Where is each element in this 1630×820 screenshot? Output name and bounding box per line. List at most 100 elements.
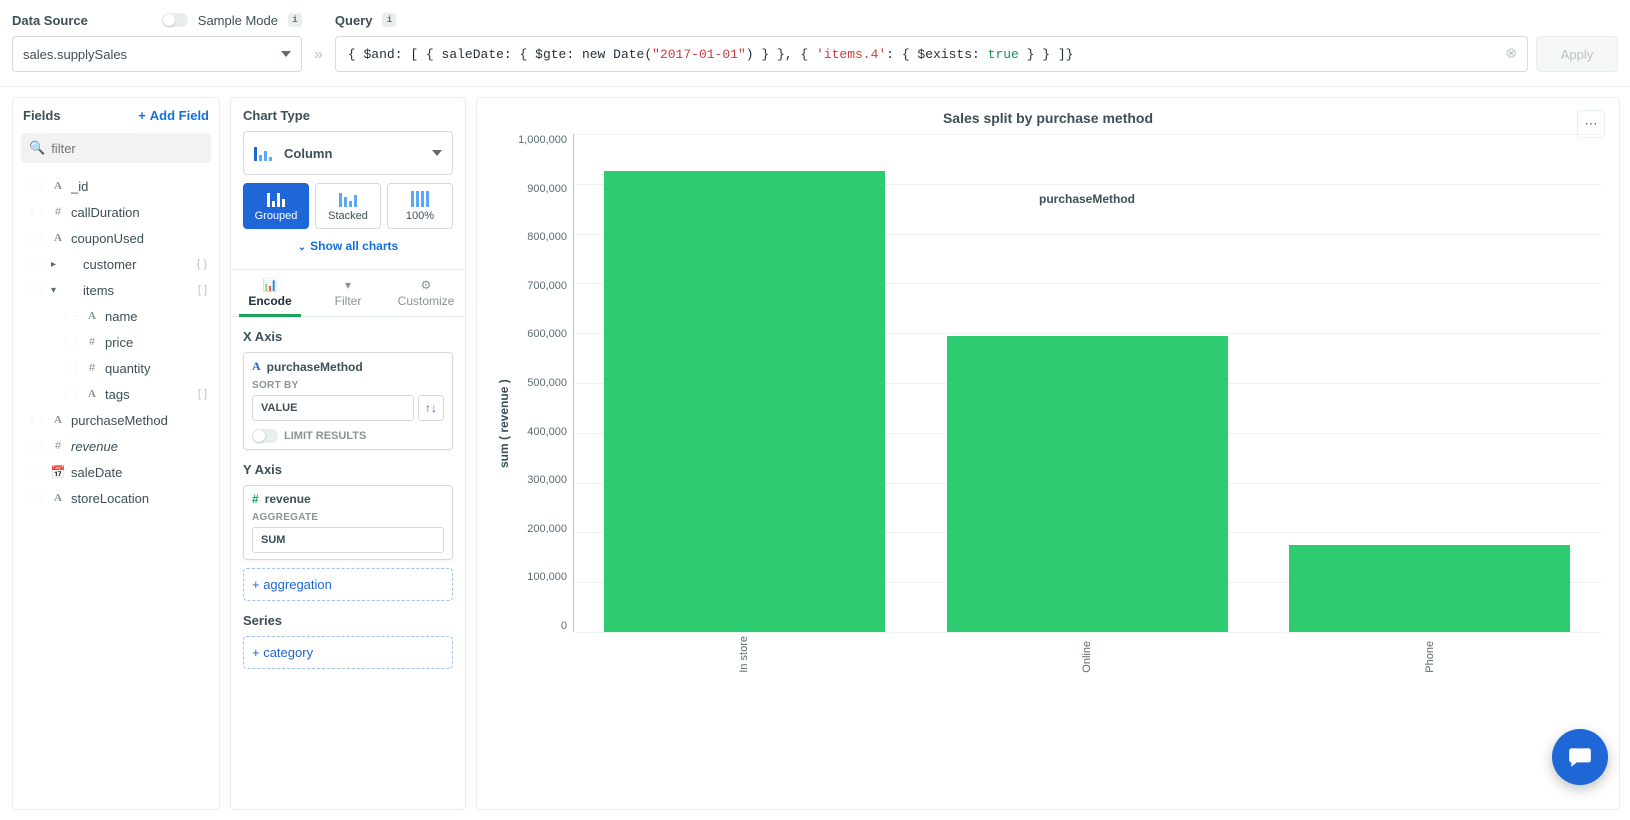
add-category-button[interactable]: + category (243, 636, 453, 669)
type-badge: { } (197, 258, 211, 270)
clear-query-icon[interactable]: ⊗ (1505, 46, 1517, 63)
sort-direction-button[interactable]: ↑↓ (418, 395, 444, 421)
grip-icon: ⋮⋮ (27, 467, 47, 478)
y-tick: 800,000 (527, 231, 567, 243)
tab-customize[interactable]: ⚙ Customize (387, 270, 465, 316)
series-title: Series (243, 613, 453, 628)
type-badge: [ ] (198, 388, 211, 400)
aggregate-select[interactable]: SUM (252, 527, 444, 553)
search-icon: 🔍 (29, 140, 45, 156)
field-name: couponUsed (71, 231, 144, 246)
y-axis-label: sum ( revenue ) (495, 134, 513, 714)
apply-button[interactable]: Apply (1536, 36, 1618, 72)
field-name: revenue (71, 439, 118, 454)
field-name: price (105, 335, 133, 350)
grip-icon: ⋮⋮ (61, 337, 81, 348)
stack-grouped-button[interactable]: Grouped (243, 183, 309, 229)
y-tick: 0 (561, 620, 567, 632)
x-axis-chip[interactable]: ApurchaseMethod SORT BY VALUE ↑↓ LIMIT R… (243, 352, 453, 450)
bar-phone[interactable] (1289, 545, 1570, 632)
fields-filter-text[interactable] (51, 141, 227, 156)
field-name: saleDate (71, 465, 122, 480)
field-name[interactable]: ⋮⋮Aname (21, 303, 211, 329)
sort-by-select[interactable]: VALUE (252, 395, 414, 421)
x-axis-ticks: In storeOnlinePhone (573, 632, 1601, 673)
field-_id[interactable]: ⋮⋮A_id (21, 173, 211, 199)
field-quantity[interactable]: ⋮⋮#quantity (21, 355, 211, 381)
field-callDuration[interactable]: ⋮⋮#callDuration (21, 199, 211, 225)
info-icon[interactable]: i (288, 13, 302, 27)
y-tick: 600,000 (527, 328, 567, 340)
chevron-down-icon (281, 51, 291, 57)
field-storeLocation[interactable]: ⋮⋮AstoreLocation (21, 485, 211, 511)
y-axis-ticks: 1,000,000900,000800,000700,000600,000500… (513, 134, 573, 632)
type-badge: [ ] (198, 284, 211, 296)
add-field-button[interactable]: +Add Field (138, 108, 209, 123)
number-type-icon: # (51, 440, 65, 452)
config-panel: Chart Type Column Grouped Stacked (230, 97, 466, 810)
chevron-down-icon: ▾ (51, 285, 61, 296)
customize-icon: ⚙ (421, 278, 432, 292)
y-axis-title: Y Axis (243, 462, 453, 477)
query-label: Query (335, 13, 373, 28)
field-name: _id (71, 179, 88, 194)
fields-panel: Fields +Add Field 🔍 ⋮⋮A_id⋮⋮#callDuratio… (12, 97, 220, 810)
bar-online[interactable] (947, 336, 1228, 632)
pipeline-arrow-icon: » (314, 46, 323, 64)
tab-encode[interactable]: 📊 Encode (231, 270, 309, 316)
number-type-icon: # (252, 492, 259, 506)
chart-type-label: Chart Type (243, 108, 453, 123)
x-tick: Phone (1258, 632, 1601, 673)
chevron-down-icon (432, 150, 442, 156)
number-type-icon: # (51, 206, 65, 218)
stacked-icon (339, 191, 357, 207)
field-revenue[interactable]: ⋮⋮ # revenue (21, 433, 211, 459)
stack-stacked-button[interactable]: Stacked (315, 183, 381, 229)
info-icon[interactable]: i (382, 13, 396, 27)
query-input[interactable]: { $and: [ { saleDate: { $gte: new Date("… (335, 36, 1528, 72)
plot: In storeOnlinePhone purchaseMethod (573, 134, 1601, 714)
data-source-section: Data Source Sample Mode i sales.supplySa… (12, 10, 302, 72)
bar-in-store[interactable] (604, 171, 885, 632)
config-tabs: 📊 Encode ▾ Filter ⚙ Customize (231, 269, 465, 317)
date-type-icon: 📅 (51, 465, 65, 479)
tab-filter[interactable]: ▾ Filter (309, 270, 387, 316)
add-aggregation-button[interactable]: + aggregation (243, 568, 453, 601)
field-price[interactable]: ⋮⋮ # price (21, 329, 211, 355)
field-items[interactable]: ⋮⋮▾items[ ] (21, 277, 211, 303)
data-source-label: Data Source (12, 13, 88, 28)
limit-results-toggle[interactable] (252, 429, 278, 443)
field-purchaseMethod[interactable]: ⋮⋮ApurchaseMethod (21, 407, 211, 433)
data-source-select[interactable]: sales.supplySales (12, 36, 302, 72)
grip-icon: ⋮⋮ (27, 285, 47, 296)
chart-type-value: Column (284, 146, 332, 161)
y-tick: 700,000 (527, 280, 567, 292)
y-tick: 400,000 (527, 426, 567, 438)
field-name: callDuration (71, 205, 140, 220)
field-customer[interactable]: ⋮⋮▸customer{ } (21, 251, 211, 277)
y-tick: 200,000 (527, 523, 567, 535)
plot-area: sum ( revenue ) 1,000,000900,000800,0007… (495, 134, 1601, 714)
x-axis-block: X Axis ApurchaseMethod SORT BY VALUE ↑↓ … (231, 317, 465, 458)
number-type-icon: # (85, 336, 99, 348)
stack-100pct-button[interactable]: 100% (387, 183, 453, 229)
field-saleDate[interactable]: ⋮⋮ 📅 saleDate (21, 459, 211, 485)
field-couponUsed[interactable]: ⋮⋮AcouponUsed (21, 225, 211, 251)
chat-icon (1567, 744, 1593, 770)
bar-slot (573, 134, 916, 632)
grip-icon: ⋮⋮ (27, 441, 47, 452)
grip-icon: ⋮⋮ (61, 389, 81, 400)
field-name: tags (105, 387, 130, 402)
field-tags[interactable]: ⋮⋮ Atags [ ] (21, 381, 211, 407)
show-all-charts-link[interactable]: ⌄Show all charts (243, 229, 453, 257)
top-bar: Data Source Sample Mode i sales.supplySa… (0, 0, 1630, 87)
chart-type-select[interactable]: Column (243, 131, 453, 175)
help-chat-button[interactable] (1552, 729, 1608, 785)
column-chart-icon (254, 145, 276, 161)
sample-mode-toggle[interactable] (162, 13, 188, 27)
chevron-down-icon: ⌄ (298, 242, 306, 253)
fields-filter-input[interactable]: 🔍 (21, 133, 211, 163)
grip-icon: ⋮⋮ (27, 233, 47, 244)
y-axis-chip[interactable]: #revenue AGGREGATE SUM (243, 485, 453, 560)
text-type-icon: A (85, 388, 99, 400)
